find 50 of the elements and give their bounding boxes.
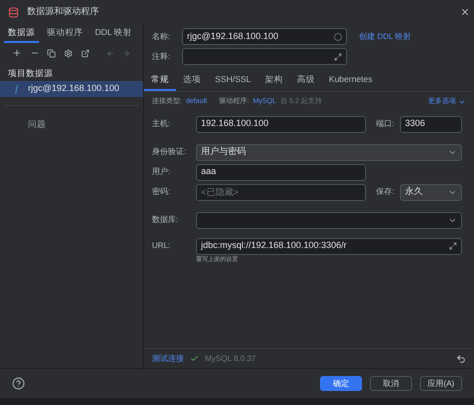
panel-tab[interactable]: DDL 映射: [91, 24, 136, 43]
settings-icon[interactable]: [64, 48, 73, 58]
dialog-button[interactable]: 确定: [320, 376, 362, 391]
settings-tab[interactable]: 架构: [258, 70, 290, 91]
field-label: 保存:: [376, 186, 396, 198]
check-icon: [190, 354, 199, 363]
expand-icon: [449, 242, 457, 250]
field-label: 密码:: [152, 186, 172, 198]
ddl-link[interactable]: 创建 DDL 映射: [359, 30, 412, 42]
auth-dropdown[interactable]: 用户与密码: [196, 144, 462, 160]
settings-tab[interactable]: 高级: [290, 70, 322, 91]
help-icon[interactable]: [12, 377, 25, 390]
field-label: 身份验证:: [152, 146, 188, 158]
settings-tab[interactable]: SSH/SSL: [208, 70, 258, 91]
add-icon[interactable]: [12, 48, 22, 58]
window-title: 数据源和驱动程序: [27, 5, 99, 18]
undo-icon[interactable]: [456, 354, 466, 364]
field-label: 端口:: [376, 118, 396, 130]
field-label: URL:: [152, 240, 172, 252]
panel-tab[interactable]: 驱动程序: [43, 24, 87, 43]
settings-tab[interactable]: 常规: [144, 70, 176, 91]
dialog-button[interactable]: 应用(A): [420, 376, 462, 391]
app-icon: [8, 6, 19, 18]
test-connection-link[interactable]: 测试连接: [152, 352, 184, 364]
copy-icon[interactable]: [47, 48, 56, 58]
port-field[interactable]: 3306: [400, 116, 462, 132]
save-dropdown[interactable]: 永久: [400, 184, 462, 200]
section-header: 项目数据源: [7, 67, 54, 80]
problems-label: 问题: [27, 118, 47, 131]
name-field[interactable]: rjgc@192.168.100.100: [182, 28, 347, 45]
chevron-down-icon: [458, 98, 466, 106]
password-field[interactable]: <已隐藏>: [196, 184, 366, 200]
export-icon[interactable]: [80, 48, 90, 58]
expand-icon: [334, 52, 342, 60]
field-label: 注释:: [152, 50, 172, 62]
host-field[interactable]: 192.168.100.100: [196, 116, 366, 132]
datasource-item[interactable]: rjgc@192.168.100.100: [0, 81, 143, 97]
test-result: MySQL 8.0.37: [205, 352, 256, 364]
panel-tab[interactable]: 数据源: [4, 24, 39, 43]
field-label: 名称:: [152, 30, 172, 42]
url-field[interactable]: jdbc:mysql://192.168.100.100:3306/r: [196, 238, 462, 254]
settings-tab[interactable]: 选项: [176, 70, 208, 91]
field-label: 主机:: [152, 118, 172, 130]
field-label: 用户:: [152, 166, 172, 178]
user-field[interactable]: aaa: [196, 164, 366, 180]
dialog-button[interactable]: 取消: [370, 376, 412, 391]
settings-tab[interactable]: Kubernetes: [322, 70, 380, 91]
close-icon[interactable]: [460, 7, 470, 17]
comment-field[interactable]: [182, 48, 347, 65]
field-label: 数据库:: [152, 214, 180, 226]
